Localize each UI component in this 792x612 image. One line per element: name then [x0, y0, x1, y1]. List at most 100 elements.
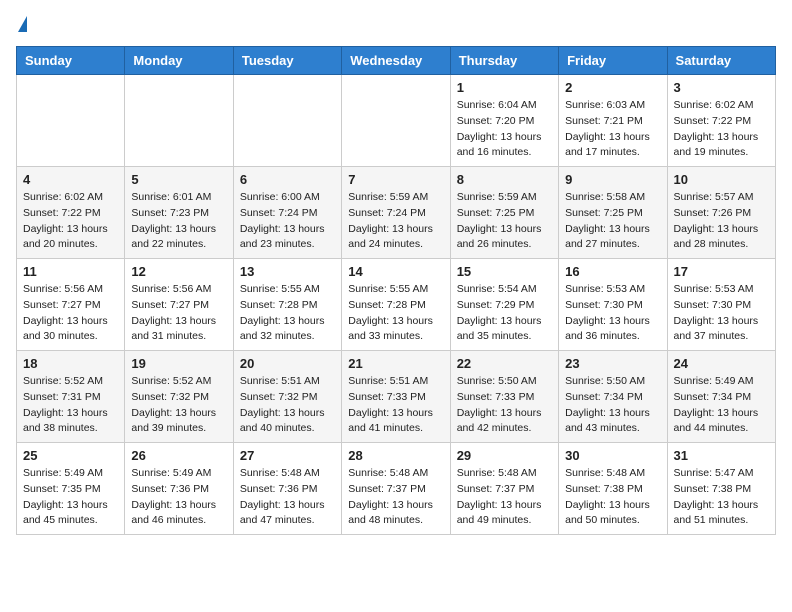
calendar-cell: 7 Sunrise: 5:59 AM Sunset: 7:24 PM Daylig… — [342, 167, 450, 259]
calendar-cell: 9 Sunrise: 5:58 AM Sunset: 7:25 PM Daylig… — [559, 167, 667, 259]
calendar-cell: 26 Sunrise: 5:49 AM Sunset: 7:36 PM Dayli… — [125, 443, 233, 535]
day-number: 15 — [457, 264, 552, 279]
calendar-cell: 6 Sunrise: 6:00 AM Sunset: 7:24 PM Daylig… — [233, 167, 341, 259]
day-number: 20 — [240, 356, 335, 371]
day-info: Sunrise: 5:57 AM Sunset: 7:26 PM Dayligh… — [674, 190, 769, 253]
calendar-cell: 14 Sunrise: 5:55 AM Sunset: 7:28 PM Dayli… — [342, 259, 450, 351]
day-info: Sunrise: 5:55 AM Sunset: 7:28 PM Dayligh… — [240, 282, 335, 345]
day-info: Sunrise: 5:59 AM Sunset: 7:24 PM Dayligh… — [348, 190, 443, 253]
day-info: Sunrise: 6:02 AM Sunset: 7:22 PM Dayligh… — [674, 98, 769, 161]
weekday-header-monday: Monday — [125, 47, 233, 75]
calendar-cell: 15 Sunrise: 5:54 AM Sunset: 7:29 PM Dayli… — [450, 259, 558, 351]
calendar-table: SundayMondayTuesdayWednesdayThursdayFrid… — [16, 46, 776, 535]
logo-triangle-icon — [18, 16, 27, 32]
day-number: 8 — [457, 172, 552, 187]
day-info: Sunrise: 5:58 AM Sunset: 7:25 PM Dayligh… — [565, 190, 660, 253]
calendar-cell: 19 Sunrise: 5:52 AM Sunset: 7:32 PM Dayli… — [125, 351, 233, 443]
calendar-cell: 27 Sunrise: 5:48 AM Sunset: 7:36 PM Dayli… — [233, 443, 341, 535]
calendar-cell: 16 Sunrise: 5:53 AM Sunset: 7:30 PM Dayli… — [559, 259, 667, 351]
day-number: 31 — [674, 448, 769, 463]
day-info: Sunrise: 5:56 AM Sunset: 7:27 PM Dayligh… — [131, 282, 226, 345]
day-info: Sunrise: 5:49 AM Sunset: 7:36 PM Dayligh… — [131, 466, 226, 529]
day-number: 26 — [131, 448, 226, 463]
day-info: Sunrise: 5:50 AM Sunset: 7:33 PM Dayligh… — [457, 374, 552, 437]
calendar-cell — [342, 75, 450, 167]
calendar-cell: 1 Sunrise: 6:04 AM Sunset: 7:20 PM Daylig… — [450, 75, 558, 167]
day-number: 22 — [457, 356, 552, 371]
day-info: Sunrise: 5:56 AM Sunset: 7:27 PM Dayligh… — [23, 282, 118, 345]
day-number: 9 — [565, 172, 660, 187]
day-number: 28 — [348, 448, 443, 463]
weekday-header-thursday: Thursday — [450, 47, 558, 75]
day-info: Sunrise: 5:48 AM Sunset: 7:37 PM Dayligh… — [348, 466, 443, 529]
calendar-cell — [17, 75, 125, 167]
calendar-week-row: 18Sunrise: 5:52 AM Sunset: 7:31 PM Dayli… — [17, 351, 776, 443]
logo — [16, 16, 27, 34]
weekday-header-friday: Friday — [559, 47, 667, 75]
day-number: 18 — [23, 356, 118, 371]
calendar-cell: 12Sunrise: 5:56 AM Sunset: 7:27 PM Dayli… — [125, 259, 233, 351]
day-info: Sunrise: 5:59 AM Sunset: 7:25 PM Dayligh… — [457, 190, 552, 253]
day-info: Sunrise: 5:48 AM Sunset: 7:38 PM Dayligh… — [565, 466, 660, 529]
calendar-cell: 11Sunrise: 5:56 AM Sunset: 7:27 PM Dayli… — [17, 259, 125, 351]
calendar-cell: 25 Sunrise: 5:49 AM Sunset: 7:35 PM Dayli… — [17, 443, 125, 535]
day-number: 4 — [23, 172, 118, 187]
day-info: Sunrise: 5:47 AM Sunset: 7:38 PM Dayligh… — [674, 466, 769, 529]
day-number: 5 — [131, 172, 226, 187]
day-info: Sunrise: 5:48 AM Sunset: 7:37 PM Dayligh… — [457, 466, 552, 529]
day-number: 14 — [348, 264, 443, 279]
calendar-cell: 17Sunrise: 5:53 AM Sunset: 7:30 PM Dayli… — [667, 259, 775, 351]
calendar-week-row: 11Sunrise: 5:56 AM Sunset: 7:27 PM Dayli… — [17, 259, 776, 351]
calendar-cell: 31 Sunrise: 5:47 AM Sunset: 7:38 PM Dayli… — [667, 443, 775, 535]
calendar-cell: 10 Sunrise: 5:57 AM Sunset: 7:26 PM Dayli… — [667, 167, 775, 259]
day-info: Sunrise: 5:55 AM Sunset: 7:28 PM Dayligh… — [348, 282, 443, 345]
calendar-cell: 18Sunrise: 5:52 AM Sunset: 7:31 PM Dayli… — [17, 351, 125, 443]
calendar-cell — [125, 75, 233, 167]
calendar-header-row: SundayMondayTuesdayWednesdayThursdayFrid… — [17, 47, 776, 75]
calendar-cell: 2Sunrise: 6:03 AM Sunset: 7:21 PM Daylig… — [559, 75, 667, 167]
day-info: Sunrise: 5:48 AM Sunset: 7:36 PM Dayligh… — [240, 466, 335, 529]
weekday-header-wednesday: Wednesday — [342, 47, 450, 75]
calendar-cell: 3 Sunrise: 6:02 AM Sunset: 7:22 PM Daylig… — [667, 75, 775, 167]
calendar-cell: 4 Sunrise: 6:02 AM Sunset: 7:22 PM Daylig… — [17, 167, 125, 259]
day-number: 16 — [565, 264, 660, 279]
calendar-week-row: 25 Sunrise: 5:49 AM Sunset: 7:35 PM Dayli… — [17, 443, 776, 535]
day-info: Sunrise: 5:49 AM Sunset: 7:35 PM Dayligh… — [23, 466, 118, 529]
day-info: Sunrise: 6:01 AM Sunset: 7:23 PM Dayligh… — [131, 190, 226, 253]
day-number: 25 — [23, 448, 118, 463]
day-info: Sunrise: 6:02 AM Sunset: 7:22 PM Dayligh… — [23, 190, 118, 253]
day-number: 24 — [674, 356, 769, 371]
day-number: 7 — [348, 172, 443, 187]
weekday-header-sunday: Sunday — [17, 47, 125, 75]
day-number: 29 — [457, 448, 552, 463]
calendar-cell: 23 Sunrise: 5:50 AM Sunset: 7:34 PM Dayli… — [559, 351, 667, 443]
day-number: 13 — [240, 264, 335, 279]
calendar-week-row: 1 Sunrise: 6:04 AM Sunset: 7:20 PM Daylig… — [17, 75, 776, 167]
day-info: Sunrise: 5:53 AM Sunset: 7:30 PM Dayligh… — [565, 282, 660, 345]
day-number: 1 — [457, 80, 552, 95]
day-info: Sunrise: 5:53 AM Sunset: 7:30 PM Dayligh… — [674, 282, 769, 345]
day-number: 19 — [131, 356, 226, 371]
day-number: 2 — [565, 80, 660, 95]
day-info: Sunrise: 6:04 AM Sunset: 7:20 PM Dayligh… — [457, 98, 552, 161]
day-number: 21 — [348, 356, 443, 371]
day-number: 10 — [674, 172, 769, 187]
day-number: 27 — [240, 448, 335, 463]
day-info: Sunrise: 5:51 AM Sunset: 7:33 PM Dayligh… — [348, 374, 443, 437]
day-info: Sunrise: 5:50 AM Sunset: 7:34 PM Dayligh… — [565, 374, 660, 437]
calendar-cell: 13 Sunrise: 5:55 AM Sunset: 7:28 PM Dayli… — [233, 259, 341, 351]
day-info: Sunrise: 5:54 AM Sunset: 7:29 PM Dayligh… — [457, 282, 552, 345]
calendar-cell: 30Sunrise: 5:48 AM Sunset: 7:38 PM Dayli… — [559, 443, 667, 535]
calendar-cell: 5 Sunrise: 6:01 AM Sunset: 7:23 PM Daylig… — [125, 167, 233, 259]
calendar-cell: 20 Sunrise: 5:51 AM Sunset: 7:32 PM Dayli… — [233, 351, 341, 443]
day-number: 3 — [674, 80, 769, 95]
day-info: Sunrise: 6:00 AM Sunset: 7:24 PM Dayligh… — [240, 190, 335, 253]
calendar-cell: 21 Sunrise: 5:51 AM Sunset: 7:33 PM Dayli… — [342, 351, 450, 443]
day-info: Sunrise: 5:51 AM Sunset: 7:32 PM Dayligh… — [240, 374, 335, 437]
calendar-cell — [233, 75, 341, 167]
day-number: 6 — [240, 172, 335, 187]
weekday-header-saturday: Saturday — [667, 47, 775, 75]
day-number: 23 — [565, 356, 660, 371]
day-info: Sunrise: 5:52 AM Sunset: 7:32 PM Dayligh… — [131, 374, 226, 437]
weekday-header-tuesday: Tuesday — [233, 47, 341, 75]
